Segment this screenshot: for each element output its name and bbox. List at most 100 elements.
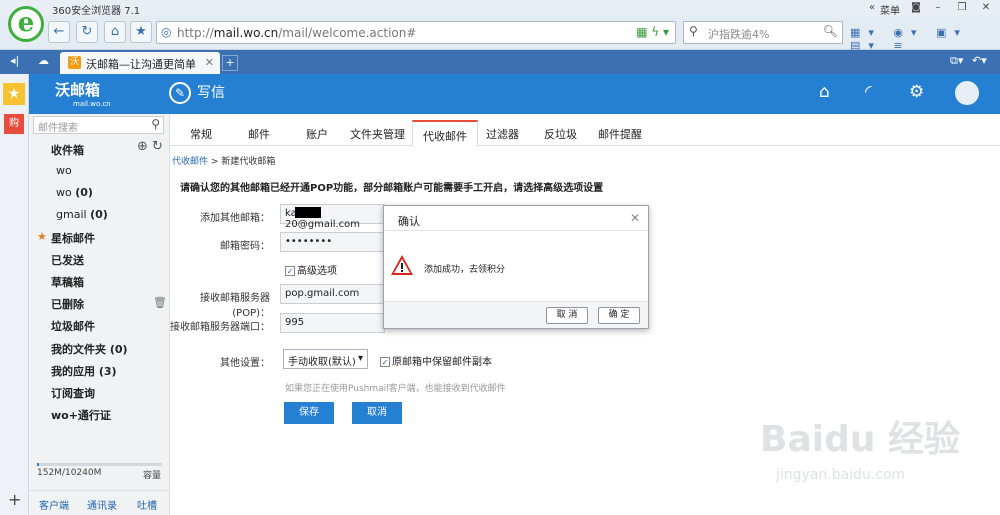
restore-icon[interactable]: ❐ [952,1,972,15]
dialog-header: 确认 ✕ [384,206,648,231]
address-bar[interactable]: ◎ http://mail.wo.cn/mail/welcome.action#… [156,21,676,44]
dialog-ok-button[interactable]: 确 定 [598,307,640,324]
sidebar-item-sent[interactable]: 已发送 [51,252,84,268]
email-label: 添加其他邮箱： [200,213,270,224]
new-tab-button[interactable]: + [222,55,238,71]
pen-icon: ✎ [169,82,191,104]
tab-list-icon[interactable]: ⧉▾ [950,54,963,68]
tab-mail[interactable]: 邮件 [248,126,270,142]
port-field[interactable]: 995 [280,313,385,333]
password-field[interactable]: •••••••• [280,232,385,252]
browser-tab-active[interactable]: 沃 沃邮箱—让沟通更简单 ✕ [60,52,220,74]
tab-title: 沃邮箱—让沟通更简单 [86,58,196,71]
baidu-watermark-url: jingyan.baidu.com [776,467,906,483]
browser-nav-bar: ← ↻ ⌂ ★ ◎ http://mail.wo.cn/mail/welcome… [0,16,1000,52]
sidebar-item-subscriptions[interactable]: 订阅查询 [51,385,95,401]
browser-side-rail: ★ 购 + [0,74,29,515]
mail-sidebar: 邮件搜索 ⚲ 收件箱 ⊕ ↻ wo wo (0) gmail (0) ★ 星标邮… [29,114,170,515]
search-icon[interactable]: ⚲ [151,117,160,131]
sidebar-item-apps[interactable]: 我的应用 (3) [51,363,117,379]
home-icon[interactable]: ⌂ [104,21,126,43]
star-icon: ★ [37,230,47,243]
back-history-icon[interactable]: « [862,1,882,15]
sidebar-toggle-icon[interactable]: ◂| [10,54,19,67]
tab-reminders[interactable]: 邮件提醒 [598,126,642,142]
breadcrumb-separator: > [210,157,219,167]
save-button[interactable]: 保存 [284,402,334,424]
favorite-star-icon[interactable]: ★ [130,21,152,43]
address-tool-icons[interactable]: ▦ ϟ ▾ [636,25,669,39]
client-link[interactable]: 客户端 [39,497,69,512]
favorites-star-icon[interactable]: ★ [3,83,25,105]
tab-antispam[interactable]: 反垃圾 [544,126,577,142]
search-go-icon[interactable]: 🔍︎ [823,24,838,38]
dialog-cancel-button[interactable]: 取 消 [546,307,588,324]
feedback-link[interactable]: 吐槽 [137,497,157,512]
tab-account[interactable]: 账户 [306,126,328,142]
browser-logo-icon: e [8,6,44,42]
contacts-link[interactable]: 通讯录 [87,497,117,512]
skin-icon[interactable]: ◙ [906,1,926,15]
refresh-icon[interactable]: ↻ [76,21,98,43]
add-account-icon[interactable]: ⊕ [137,139,148,154]
sidebar-item-starred[interactable]: 星标邮件 [51,230,95,246]
back-icon[interactable]: ← [48,21,70,43]
close-window-icon[interactable]: ✕ [976,1,996,15]
sidebar-item-account[interactable]: wo [56,164,72,177]
tab-general[interactable]: 常规 [190,126,212,142]
sidebar-bottom-links: 客户端 通讯录 吐槽 [29,490,170,515]
sidebar-item-inbox[interactable]: 收件箱 [51,142,84,158]
minimize-icon[interactable]: – [928,1,948,15]
storage-text: 152M/10240M [37,468,102,478]
browser-menu-button[interactable]: 菜单 [880,2,900,17]
sidebar-item-junk[interactable]: 垃圾邮件 [51,318,95,334]
browser-search-input[interactable]: ⚲ 沪指跌逾4% 🔍︎ [683,21,843,44]
tab-filters[interactable]: 过滤器 [486,126,519,142]
receive-mode-select[interactable]: 手动收取(默认) ▾ [283,349,368,369]
storage-progress-fill [37,463,39,466]
rss-icon[interactable]: ◜ [865,82,872,102]
pop-server-field[interactable]: pop.gmail.com [280,284,385,304]
check-icon: ✓ [380,357,390,367]
breadcrumb: 代收邮件 > 新建代收邮箱 [172,154,275,167]
dialog-message: 添加成功，去领积分 [424,265,506,275]
refresh-icon[interactable]: ↻ [152,139,163,154]
trash-icon[interactable]: 🗑︎ [153,296,167,309]
breadcrumb-parent[interactable]: 代收邮件 [172,157,208,167]
storage-label: 容量 [143,471,162,481]
home-icon[interactable]: ⌂ [819,82,830,102]
gear-icon[interactable]: ⚙ [909,82,924,102]
password-label: 邮箱密码： [220,241,270,252]
advanced-options-checkbox[interactable]: ✓ 高级选项 [285,262,337,277]
other-settings-label: 其他设置： [220,358,270,369]
cancel-button[interactable]: 取消 [352,402,402,424]
compose-button[interactable]: ✎ 写信 [169,82,225,104]
browser-tab-bar: ◂| ☁ 沃 沃邮箱—让沟通更简单 ✕ + ⧉▾ ↶▾ [0,50,1000,74]
dialog-footer: 取 消 确 定 [384,301,648,328]
cloud-icon[interactable]: ☁ [38,54,49,67]
keep-copy-checkbox[interactable]: ✓ 原邮箱中保留邮件副本 [380,353,492,368]
tab-close-icon[interactable]: ✕ [205,56,214,69]
close-icon[interactable]: ✕ [630,211,640,225]
sidebar-item-wo-pass[interactable]: wo+通行证 [51,407,111,423]
sidebar-item-deleted[interactable]: 已删除 [51,296,84,312]
tab-folders[interactable]: 文件夹管理 [350,126,405,142]
mail-search-input[interactable]: 邮件搜索 ⚲ [33,116,164,134]
browser-title-bar: 360安全浏览器 7.1 « 菜单 ◙ – ❐ ✕ [0,0,1000,17]
pop-notice: 请确认您的其他邮箱已经开通POP功能，部分邮箱账户可能需要手工开启，请选择高级选… [180,183,604,194]
undo-close-icon[interactable]: ↶▾ [972,54,987,67]
browser-toolbar-icons[interactable]: ▦▾ ◉▾ ▣▾ ▤▾ ≡ [850,26,1000,52]
add-sidebar-icon[interactable]: + [8,490,21,509]
redaction-block [295,207,321,218]
page-icon: ◎ [161,25,172,39]
mail-header: 沃邮箱 mail.wo.cn ✎ 写信 ⌂ ◜ ⚙ [29,74,1000,114]
sidebar-item-account[interactable]: wo (0) [56,186,93,199]
mail-logo[interactable]: 沃邮箱 mail.wo.cn [55,79,111,108]
sidebar-item-drafts[interactable]: 草稿箱 [51,274,84,290]
breadcrumb-current: 新建代收邮箱 [221,157,276,167]
sidebar-item-folders[interactable]: 我的文件夹 (0) [51,341,128,357]
avatar[interactable] [955,81,979,105]
sidebar-item-account[interactable]: gmail (0) [56,208,108,221]
shopping-icon[interactable]: 购 [4,114,24,134]
tab-fetch-mail[interactable]: 代收邮件 [412,120,478,147]
